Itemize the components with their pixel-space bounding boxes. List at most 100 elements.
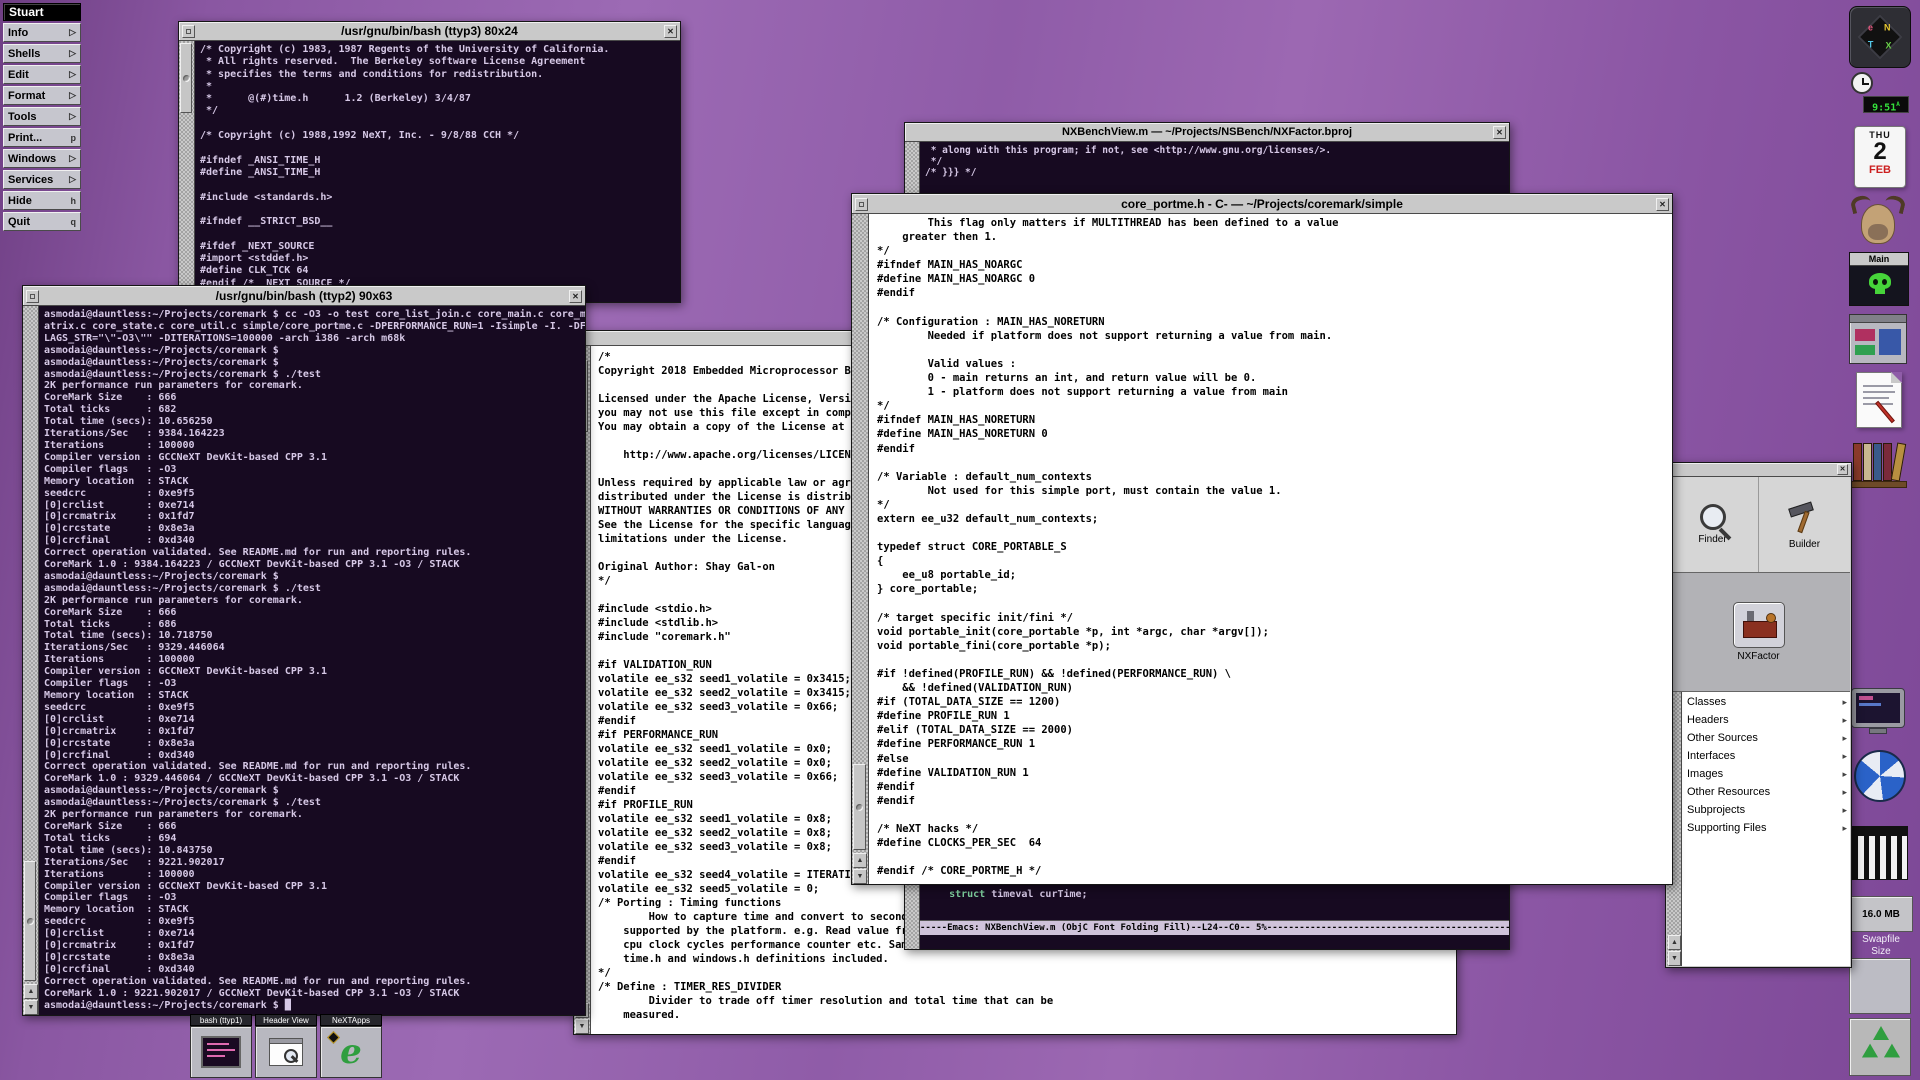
terminal-ttyp3-titlebar[interactable]: /usr/gnu/bin/bash (ttyp3) 80x24 ✕ bbox=[179, 22, 680, 41]
dock-swapfile-monitor[interactable]: 16.0 MB Swapfile Size bbox=[1849, 896, 1913, 958]
terminal-ttyp3-window: /usr/gnu/bin/bash (ttyp3) 80x24 ✕ /* Cop… bbox=[178, 21, 681, 303]
next-cube-icon bbox=[327, 1031, 340, 1044]
document-icon bbox=[1856, 372, 1902, 428]
swapfile-size-value: 16.0 MB bbox=[1849, 896, 1913, 932]
terminal-ttyp3-scrollbar[interactable] bbox=[179, 41, 195, 302]
dock-recycler[interactable] bbox=[1849, 1018, 1913, 1076]
terminal-ttyp3-content[interactable]: /* Copyright (c) 1983, 1987 Regents of t… bbox=[200, 44, 609, 302]
miniwindow-title: Main bbox=[1850, 253, 1908, 266]
browser-item-images[interactable]: Images▸ bbox=[1682, 765, 1850, 783]
dock-next-logo[interactable]: N e X T bbox=[1849, 6, 1913, 68]
emacs-minibuffer[interactable] bbox=[920, 935, 1509, 949]
next-logo-icon: N e X T bbox=[1849, 6, 1911, 68]
scroll-down-button[interactable]: ▼ bbox=[1668, 951, 1681, 966]
project-builder-titlebar[interactable]: ✕ bbox=[1666, 463, 1851, 477]
scrollbar-knob[interactable] bbox=[853, 764, 866, 850]
chevron-right-icon: ▸ bbox=[1842, 697, 1847, 708]
menu-item-shells[interactable]: Shells▷ bbox=[3, 44, 81, 63]
taskbar-tab-nextapps[interactable]: NeXTApps e bbox=[320, 1014, 382, 1078]
scroll-up-button[interactable]: ▲ bbox=[1668, 935, 1681, 950]
submenu-arrow-icon: ▷ bbox=[69, 174, 76, 185]
taskbar-tab-bash-ttyp1[interactable]: bash (ttyp1) bbox=[190, 1014, 252, 1078]
dock-empty-tile[interactable] bbox=[1849, 958, 1913, 1014]
miniaturize-button[interactable] bbox=[26, 290, 39, 303]
dock-clock[interactable]: 9:51A bbox=[1849, 70, 1913, 122]
menu-item-print[interactable]: Print...p bbox=[3, 128, 81, 147]
close-icon[interactable]: ✕ bbox=[1837, 464, 1848, 475]
window-title: NXBenchView.m — ~/Projects/NSBench/NXFac… bbox=[1062, 126, 1352, 138]
menu-item-edit[interactable]: Edit▷ bbox=[3, 65, 81, 84]
browser-item-headers[interactable]: Headers▸ bbox=[1682, 711, 1850, 729]
submenu-arrow-icon: ▷ bbox=[69, 90, 76, 101]
bookshelf-icon bbox=[1849, 436, 1907, 488]
scroll-down-button[interactable]: ▼ bbox=[853, 869, 867, 884]
window-title: /usr/gnu/bin/bash (ttyp2) 90x63 bbox=[216, 289, 393, 303]
close-icon[interactable]: ✕ bbox=[1656, 198, 1669, 211]
dock-calendar[interactable]: THU 2 FEB bbox=[1849, 126, 1913, 188]
terminal-ttyp2-scrollbar[interactable]: ▲ ▼ bbox=[23, 306, 39, 1015]
scroll-up-button[interactable]: ▲ bbox=[853, 853, 867, 868]
dock-disc-app[interactable] bbox=[1849, 750, 1913, 802]
menu-item-windows[interactable]: Windows▷ bbox=[3, 149, 81, 168]
finder-label: Finder bbox=[1698, 534, 1726, 545]
terminal-ttyp2-titlebar[interactable]: /usr/gnu/bin/bash (ttyp2) 90x63 ✕ bbox=[23, 286, 585, 306]
nxfactor-app-icon[interactable] bbox=[1733, 602, 1785, 648]
chevron-right-icon: ▸ bbox=[1842, 769, 1847, 780]
project-app-zone: NXFactor bbox=[1667, 573, 1850, 691]
menu-item-services[interactable]: Services▷ bbox=[3, 170, 81, 189]
core-portme-titlebar[interactable]: core_portme.h - C- — ~/Projects/coremark… bbox=[852, 194, 1672, 214]
calendar-date: 2 bbox=[1855, 140, 1905, 164]
menu-item-format[interactable]: Format▷ bbox=[3, 86, 81, 105]
close-icon[interactable]: ✕ bbox=[1493, 126, 1506, 139]
emacs-modeline: -----Emacs: NXBenchView.m (ObjC Font Fol… bbox=[920, 920, 1509, 935]
browser-item-interfaces[interactable]: Interfaces▸ bbox=[1682, 747, 1850, 765]
browser-item-subprojects[interactable]: Subprojects▸ bbox=[1682, 801, 1850, 819]
dock-document-editor[interactable] bbox=[1849, 372, 1913, 428]
dock-app-window[interactable] bbox=[1849, 314, 1913, 364]
browser-item-other-sources[interactable]: Other Sources▸ bbox=[1682, 729, 1850, 747]
terminal-ttyp2-content[interactable]: asmodai@dauntless:~/Projects/coremark $ … bbox=[44, 309, 585, 1011]
menu-item-quit[interactable]: Quitq bbox=[3, 212, 81, 231]
scroll-down-button[interactable]: ▼ bbox=[575, 1019, 589, 1034]
chevron-right-icon: ▸ bbox=[1842, 823, 1847, 834]
close-icon[interactable]: ✕ bbox=[569, 290, 582, 303]
browser-item-other-resources[interactable]: Other Resources▸ bbox=[1682, 783, 1850, 801]
dock-main-miniwindow[interactable]: Main bbox=[1849, 252, 1913, 306]
dock-librarian[interactable] bbox=[1849, 436, 1913, 488]
dock-piano-app[interactable] bbox=[1849, 826, 1913, 880]
scroll-up-button[interactable]: ▲ bbox=[24, 984, 38, 999]
browser-item-classes[interactable]: Classes▸ bbox=[1682, 693, 1850, 711]
core-portme-content[interactable]: This flag only matters if MULTITHREAD ha… bbox=[877, 216, 1338, 878]
close-icon[interactable]: ✕ bbox=[664, 25, 677, 38]
gnu-head-icon bbox=[1849, 194, 1907, 248]
menu-item-info[interactable]: Info▷ bbox=[3, 23, 81, 42]
core-portme-scrollbar[interactable]: ▲ ▼ bbox=[852, 214, 869, 884]
scroll-down-button[interactable]: ▼ bbox=[24, 1000, 38, 1015]
key-equivalent: h bbox=[71, 196, 77, 206]
taskbar: bash (ttyp1) Header View NeXTApps e bbox=[190, 1014, 382, 1078]
terminal-icon bbox=[190, 1026, 252, 1078]
miniaturize-button[interactable] bbox=[182, 25, 195, 38]
menu-item-tools[interactable]: Tools▷ bbox=[3, 107, 81, 126]
dock-monitor-app[interactable] bbox=[1849, 688, 1913, 738]
scrollbar-knob[interactable] bbox=[180, 43, 192, 113]
app-menu-title[interactable]: Stuart bbox=[3, 3, 81, 21]
taskbar-tab-header-view[interactable]: Header View bbox=[255, 1014, 317, 1078]
builder-tool[interactable]: Builder bbox=[1759, 477, 1850, 572]
submenu-arrow-icon: ▷ bbox=[69, 111, 76, 122]
finder-tool[interactable]: Finder bbox=[1667, 477, 1759, 572]
dock-gnu-emacs[interactable] bbox=[1849, 194, 1913, 248]
browser-item-supporting-files[interactable]: Supporting Files▸ bbox=[1682, 819, 1850, 837]
submenu-arrow-icon: ▷ bbox=[69, 27, 76, 38]
emacs-titlebar[interactable]: NXBenchView.m — ~/Projects/NSBench/NXFac… bbox=[905, 123, 1509, 142]
tab-label: NeXTApps bbox=[320, 1014, 382, 1026]
chevron-right-icon: ▸ bbox=[1842, 733, 1847, 744]
calendar-month: FEB bbox=[1855, 164, 1905, 176]
submenu-arrow-icon: ▷ bbox=[69, 69, 76, 80]
scrollbar-knob[interactable] bbox=[24, 861, 36, 981]
key-equivalent: q bbox=[71, 217, 77, 227]
miniaturize-button[interactable] bbox=[855, 198, 868, 211]
emacs-buffer-top[interactable]: * along with this program; if not, see <… bbox=[925, 145, 1331, 179]
header-view-icon bbox=[255, 1026, 317, 1078]
menu-item-hide[interactable]: Hideh bbox=[3, 191, 81, 210]
